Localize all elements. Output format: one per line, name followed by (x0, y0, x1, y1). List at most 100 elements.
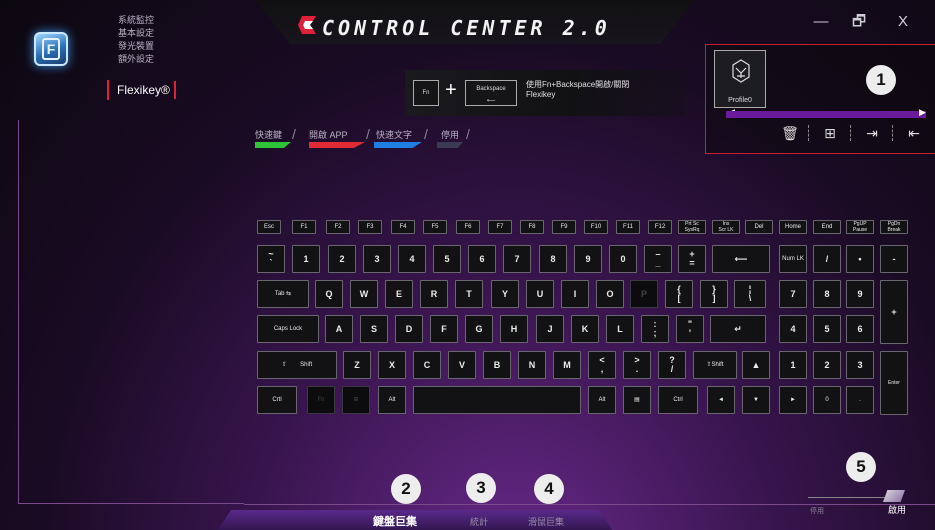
key-row_num-4[interactable]: 4 (398, 245, 426, 273)
key-row_fn-18[interactable]: PgUP Pause (846, 220, 874, 234)
key-row_a-8[interactable]: K (571, 315, 599, 343)
key-row_z-8[interactable]: < , (588, 351, 616, 379)
restore-button[interactable]: 🗗 (844, 10, 874, 34)
key-row_fn-13[interactable]: Prt Sc SysRq (678, 220, 706, 234)
key-row_z-12[interactable]: ▲ (742, 351, 770, 379)
key-row_num-11[interactable]: – _ (644, 245, 672, 273)
key-row_z-6[interactable]: N (518, 351, 546, 379)
add-profile-icon[interactable]: ⊞ (818, 121, 842, 145)
enable-toggle-track[interactable] (808, 497, 888, 498)
key-row_a-14[interactable]: 5 (813, 315, 841, 343)
key-row_num-14[interactable]: Num LK (779, 245, 807, 273)
key-row_a-2[interactable]: S (360, 315, 388, 343)
key-row_a-10[interactable]: : ; (641, 315, 669, 343)
key-row_fn-7[interactable]: F7 (488, 220, 512, 234)
key-row_fn-16[interactable]: Home (779, 220, 807, 234)
key-row_ctrl-6[interactable]: ▤ (623, 386, 651, 414)
key-row_a-7[interactable]: J (536, 315, 564, 343)
key-row_num-0[interactable]: ~ ` (257, 245, 285, 273)
key-row_fn-11[interactable]: F11 (616, 220, 640, 234)
key-row_ctrl-3[interactable]: Alt (378, 386, 406, 414)
key-row_ctrl-8[interactable]: ◄ (707, 386, 735, 414)
tab-quick-text[interactable]: 快速文字 (376, 128, 412, 141)
key-row_ctrl-4[interactable] (413, 386, 581, 414)
key-row_num-7[interactable]: 7 (503, 245, 531, 273)
key-row_num-2[interactable]: 2 (328, 245, 356, 273)
key-row_ctrl-5[interactable]: Alt (588, 386, 616, 414)
key-row_fn-1[interactable]: F1 (292, 220, 316, 234)
key-row_q-16[interactable]: 9 (846, 280, 874, 308)
key-row_num-12[interactable]: + = (678, 245, 706, 273)
key-row_ctrl-9[interactable]: ▼ (742, 386, 770, 414)
key-row_num-17[interactable]: - (880, 245, 908, 273)
key-row_a-13[interactable]: 4 (779, 315, 807, 343)
key-row_fn-8[interactable]: F8 (520, 220, 544, 234)
key-row_num-1[interactable]: 1 (292, 245, 320, 273)
key-row_q-13[interactable]: ¦ \ (734, 280, 766, 308)
tab-mouse-macro[interactable]: 滑鼠巨集 (528, 515, 564, 528)
tab-hotkey[interactable]: 快速鍵 (255, 128, 282, 141)
key-row_a-4[interactable]: F (430, 315, 458, 343)
key-row_num-5[interactable]: 5 (433, 245, 461, 273)
key-row_ctrl-2[interactable]: ⊞ (342, 386, 370, 414)
key-row_a-9[interactable]: L (606, 315, 634, 343)
key-row_num-10[interactable]: 0 (609, 245, 637, 273)
key-row_a-12[interactable]: ↵ (710, 315, 766, 343)
menu-item-system-monitor[interactable]: 系統監控 (118, 14, 154, 27)
tab-statistics[interactable]: 統計 (470, 515, 488, 528)
key-row_fn-2[interactable]: F2 (326, 220, 350, 234)
key-row_fn-6[interactable]: F6 (456, 220, 480, 234)
key-row_fn-19[interactable]: PgDn Break (880, 220, 908, 234)
key-row_a-5[interactable]: G (465, 315, 493, 343)
import-profile-icon[interactable]: ⇤ (902, 121, 926, 145)
key-row_fn-3[interactable]: F3 (358, 220, 382, 234)
delete-profile-icon[interactable]: 🗑 (778, 121, 802, 145)
key-row_num-6[interactable]: 6 (468, 245, 496, 273)
enable-toggle-knob[interactable] (883, 490, 905, 502)
key-row_a-0[interactable]: Caps Lock (257, 315, 319, 343)
key-row_num-3[interactable]: 3 (363, 245, 391, 273)
key-row_fn-14[interactable]: Ins Scr LK (712, 220, 740, 234)
key-row_num-9[interactable]: 9 (574, 245, 602, 273)
key-row_a-15[interactable]: 6 (846, 315, 874, 343)
key-row_q-0[interactable]: Tab ⇆ (257, 280, 309, 308)
key-row_fn-15[interactable]: Del (745, 220, 773, 234)
key-row_q-7[interactable]: U (526, 280, 554, 308)
menu-item-basic-settings[interactable]: 基本設定 (118, 27, 154, 40)
key-row_fn-4[interactable]: F4 (391, 220, 415, 234)
key-row_z-1[interactable]: Z (343, 351, 371, 379)
key-row_fn-9[interactable]: F9 (552, 220, 576, 234)
key-row_ctrl-7[interactable]: Ctrl (658, 386, 698, 414)
menu-item-extra-settings[interactable]: 額外設定 (118, 53, 154, 66)
key-row_z-10[interactable]: ? / (658, 351, 686, 379)
export-profile-icon[interactable]: ⇥ (860, 121, 884, 145)
key-row_z-3[interactable]: C (413, 351, 441, 379)
key-row_z-7[interactable]: M (553, 351, 581, 379)
key-row_ctrl-11[interactable]: 0 (813, 386, 841, 414)
key-row_ctrl-12[interactable]: . (846, 386, 874, 414)
key-row_q-12[interactable]: } ] (700, 280, 728, 308)
key-row_ctrl-0[interactable]: Crtl (257, 386, 297, 414)
key-row_q-15[interactable]: 8 (813, 280, 841, 308)
key-row_q-10[interactable]: P (630, 280, 658, 308)
key-row_fn-5[interactable]: F5 (423, 220, 447, 234)
close-button[interactable]: X (888, 10, 918, 34)
key-row_z-9[interactable]: > . (623, 351, 651, 379)
key-row_fn-17[interactable]: End (813, 220, 841, 234)
key-row_z-4[interactable]: V (448, 351, 476, 379)
tab-open-app[interactable]: 開啟 APP (309, 128, 348, 141)
key-row_num-13[interactable]: ⟵ (712, 245, 770, 273)
key-row_fn-0[interactable]: Esc (257, 220, 281, 234)
key-row_z-2[interactable]: X (378, 351, 406, 379)
scroll-right-icon[interactable]: ▶ (919, 107, 926, 118)
menu-item-lighting[interactable]: 發光裝置 (118, 40, 154, 53)
key-row_q-4[interactable]: R (420, 280, 448, 308)
tab-disable[interactable]: 停用 (441, 128, 459, 141)
key-row_a-3[interactable]: D (395, 315, 423, 343)
profile-scrollbar[interactable] (726, 111, 926, 118)
key-row_z-5[interactable]: B (483, 351, 511, 379)
key-row_a-11[interactable]: " ' (676, 315, 704, 343)
menu-item-flexikey[interactable]: Flexikey® (107, 80, 176, 100)
key-row_q-9[interactable]: O (596, 280, 624, 308)
key-row_q-1[interactable]: Q (315, 280, 343, 308)
